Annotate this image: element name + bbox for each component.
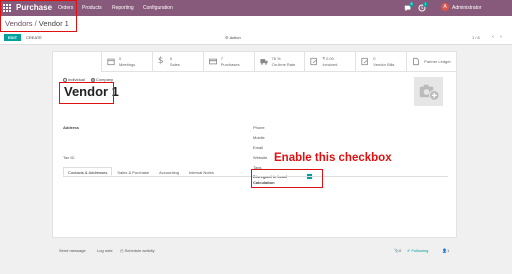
stat-value: 0 (119, 56, 122, 61)
vendor-name[interactable]: Vendor 1 (64, 84, 119, 99)
gear-icon: ⚙ (225, 35, 229, 40)
stat-partner-ledger[interactable]: Partner Ledger (406, 52, 457, 71)
breadcrumb: Vendors / Vendor 1 (5, 19, 69, 28)
stat-label: Invoiced (322, 62, 338, 67)
calendar-icon (107, 58, 115, 66)
menu-configuration[interactable]: Configuration (143, 5, 173, 11)
menu-products[interactable]: Products (82, 5, 102, 11)
radio-label: Individual (68, 77, 85, 82)
attachments-button[interactable]: 📎0 (394, 248, 401, 253)
email-label: Email (253, 145, 264, 150)
stat-label: Vendor Bills (373, 62, 395, 67)
control-panel: Vendors / Vendor 1 EDIT CREATE ⚙Action 1… (0, 16, 512, 45)
stat-vendor-bills[interactable]: 0 Vendor Bills (355, 52, 406, 71)
action-label: Action (229, 35, 241, 40)
apps-menu-icon[interactable] (3, 4, 11, 12)
stat-value: 0 (169, 56, 173, 61)
website-label: Website (253, 155, 268, 160)
photo-placeholder[interactable] (414, 77, 443, 106)
stat-label: Meetings (119, 62, 136, 67)
stat-purchases[interactable]: 7 Purchases (202, 52, 254, 71)
stat-value: 0 (373, 56, 376, 61)
create-button[interactable]: CREATE (24, 34, 44, 41)
following-label: Following (411, 248, 429, 253)
send-message-button[interactable]: Send message (59, 248, 86, 253)
pager-prev-icon[interactable]: ‹ (490, 34, 496, 41)
radio-checked-icon (90, 77, 95, 82)
pencil-icon (310, 57, 318, 66)
mobile-label: Mobile (253, 135, 265, 140)
stat-value: 76 % (271, 56, 281, 61)
tab-sales-purchase[interactable]: Sales & Purchase (112, 167, 154, 176)
activity-badge: 1 (423, 2, 428, 7)
disregard-lead-label-line2: Calculation (253, 180, 275, 185)
pager-next-icon[interactable]: › (498, 34, 504, 41)
radio-company[interactable]: Company (90, 77, 114, 82)
log-note-button[interactable]: Log note (97, 248, 113, 253)
action-dropdown[interactable]: ⚙Action (225, 35, 241, 40)
stat-invoiced[interactable]: ₹ 0.00 Invoiced (304, 52, 355, 71)
stat-label: On-time Rate (271, 62, 296, 67)
stat-on-time-rate[interactable]: 76 % On-time Rate (253, 52, 305, 71)
followers-count: 1 (446, 248, 450, 253)
schedule-activity-label: Schedule activity (124, 248, 155, 253)
tab-contacts-addresses[interactable]: Contacts & Addresses (63, 167, 113, 176)
attachments-count: 0 (398, 248, 402, 253)
stat-label: Sales (169, 62, 180, 67)
stat-value: 7 (220, 56, 223, 61)
file-icon (413, 57, 419, 66)
pager-value[interactable]: 1 / 6 (472, 35, 480, 40)
menu-orders[interactable]: Orders (58, 5, 73, 11)
address-label: Address (63, 125, 80, 130)
followers-button[interactable]: 👤1 (442, 248, 449, 253)
stat-label: Partner Ledger (424, 59, 451, 64)
camera-plus-icon (419, 84, 440, 101)
radio-label: Company (95, 77, 114, 82)
smart-buttons: 0 Meetings $ 0 Sales 7 Purchases 76 % On… (101, 52, 457, 72)
stat-value: ₹ 0.00 (322, 56, 334, 61)
schedule-activity-button[interactable]: ◷ Schedule activity (120, 248, 155, 253)
tax-id-label: Tax ID (63, 155, 75, 160)
pencil-icon (361, 57, 369, 66)
annotation-text: Enable this checkbox (274, 152, 392, 164)
company-type-radio: Individual Company (63, 77, 113, 82)
tab-internal-notes[interactable]: Internal Notes (184, 167, 219, 176)
menu-reporting[interactable]: Reporting (112, 5, 134, 11)
breadcrumb-current: Vendor 1 (38, 19, 69, 28)
phone-label: Phone (253, 125, 265, 130)
breadcrumb-vendors[interactable]: Vendors (5, 19, 33, 28)
following-button[interactable]: ✔ Following (407, 248, 428, 253)
chatter-bar: Send message Log note ◷ Schedule activit… (0, 245, 512, 257)
dollar-icon: $ (157, 56, 164, 66)
radio-icon (63, 77, 67, 82)
notebook-tabs: Contacts & Addresses Sales & Purchase Ac… (63, 167, 448, 177)
stat-meetings[interactable]: 0 Meetings (101, 52, 152, 71)
stat-sales[interactable]: $ 0 Sales (151, 52, 203, 71)
app-name: Purchase (16, 3, 53, 12)
edit-button[interactable]: EDIT (4, 34, 21, 41)
radio-individual[interactable]: Individual (63, 77, 85, 82)
form-sheet: 0 Meetings $ 0 Sales 7 Purchases 76 % On… (52, 51, 457, 238)
stat-label: Purchases (220, 62, 240, 67)
truck-icon (259, 59, 268, 65)
user-name[interactable]: Administrator (452, 5, 481, 11)
top-navbar: Purchase Orders Products Reporting Confi… (0, 0, 512, 16)
tab-accounting[interactable]: Accounting (154, 167, 184, 176)
credit-card-icon (208, 58, 217, 65)
chat-badge: 5 (409, 2, 414, 7)
avatar[interactable]: A (441, 3, 449, 11)
